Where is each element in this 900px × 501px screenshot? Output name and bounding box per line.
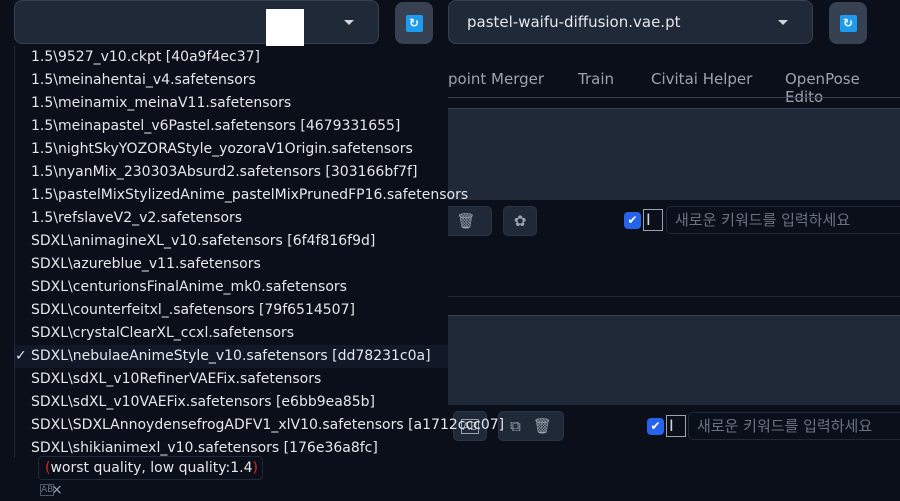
trash-icon[interactable]: 🗑 [533,417,552,435]
checkpoint-option[interactable]: SDXL\crystalClearXL_ccxl.safetensors [15,322,448,345]
chevron-down-icon [344,20,354,25]
option-label: 1.5\meinapastel_v6Pastel.safetensors [46… [31,118,401,134]
checkpoint-option[interactable]: SDXL\counterfeitxl_.safetensors [79f6514… [15,299,448,322]
option-label: SDXL\SDXLAnnoydensefrogADFV1_xlV10.safet… [31,417,505,433]
keyword-checkbox[interactable]: ✔ [624,212,641,229]
tab-train[interactable]: Train [578,70,614,88]
checkpoint-option[interactable]: 1.5\meinamix_meinaV11.safetensors [15,92,448,115]
option-label: SDXL\crystalClearXL_ccxl.safetensors [31,325,295,341]
ab-icon: AB [40,484,55,496]
trash-icon: 🗑 [456,212,476,230]
checkpoint-option[interactable]: 1.5\meinapastel_v6Pastel.safetensors [46… [15,115,448,138]
option-label: 1.5\nyanMix_230303Absurd2.safetensors [3… [31,164,418,180]
checkpoint-option[interactable]: ✓ SDXL\nebulaeAnimeStyle_v10.safetensors … [15,345,448,368]
tag-paren: ) [252,460,258,476]
vae-value: pastel-waifu-diffusion.vae.pt [467,13,681,31]
checkpoint-dropdown[interactable] [14,0,379,47]
copy-icon[interactable]: ⧉ [510,417,521,435]
openai-icon: ✿ [513,212,527,230]
option-label: SDXL\animagineXL_v10.safetensors [6f4f81… [31,233,376,249]
option-label: 1.5\9527_v10.ckpt [40a9f4ec37] [31,49,260,65]
option-label: 1.5\meinamix_meinaV11.safetensors [31,95,292,111]
checkpoint-option[interactable]: SDXL\SDXLAnnoydensefrogADFV1_xlV10.safet… [15,414,504,437]
chevron-down-icon [778,20,788,25]
option-label: 1.5\meinahentai_v4.safetensors [31,72,256,88]
tag-text: worst quality, low quality:1.4 [50,460,253,476]
checkpoint-option[interactable]: SDXL\sdXL_v10VAEFix.safetensors [e6bb9ea… [15,391,448,414]
checkpoint-option[interactable]: SDXL\centurionsFinalAnime_mk0.safetensor… [15,276,448,299]
checkpoint-option[interactable]: 1.5\pastelMixStylizedAnime_pastelMixPrun… [15,184,468,207]
option-label: SDXL\sdXL_v10VAEFix.safetensors [e6bb9ea… [31,394,375,410]
tab-openpose-editor[interactable]: OpenPose Edito [785,70,900,106]
option-label: SDXL\shikianimexl_v10.safetensors [176e3… [31,440,378,456]
refresh-icon: ↻ [405,14,423,32]
keyword-checkbox-2[interactable]: ✔ [647,418,664,435]
checkpoint-option[interactable]: SDXL\sdXL_v10RefinerVAEFix.safetensors [15,368,448,391]
redacted-box [266,9,304,47]
option-label: SDXL\nebulaeAnimeStyle_v10.safetensors [… [31,348,431,364]
tab-divider [448,97,900,98]
checkpoint-option[interactable]: 1.5\refslaveV2_v2.safetensors [15,207,448,230]
checkpoint-options-list: 1.5\9527_v10.ckpt [40a9f4ec37] 1.5\meinah… [14,46,504,458]
checkpoint-option[interactable]: SDXL\azureblue_v11.safetensors [15,253,448,276]
openai-button[interactable]: ✿ [503,206,537,236]
refresh-checkpoint-button[interactable]: ↻ [395,2,433,44]
keyword-input[interactable]: 새로운 키워드를 입력하세요 [666,206,900,234]
checkpoint-option[interactable]: 1.5\nightSkyYOZORAStyle_yozoraV1Origin.s… [15,138,448,161]
refresh-icon: ↻ [839,14,857,32]
option-label: 1.5\refslaveV2_v2.safetensors [31,210,243,226]
checkpoint-option[interactable]: 1.5\9527_v10.ckpt [40a9f4ec37] [15,46,448,69]
keyword-input-2[interactable]: 새로운 키워드를 입력하세요 [688,412,900,440]
negative-tag[interactable]: (worst quality, low quality:1.4) × [38,456,263,498]
refresh-vae-button[interactable]: ↻ [829,2,867,44]
option-label: SDXL\counterfeitxl_.safetensors [79f6514… [31,302,355,318]
option-label: SDXL\sdXL_v10RefinerVAEFix.safetensors [31,371,322,387]
option-label: SDXL\azureblue_v11.safetensors [31,256,261,272]
checkpoint-option[interactable]: 1.5\meinahentai_v4.safetensors [15,69,448,92]
tab-civitai-helper[interactable]: Civitai Helper [651,70,752,88]
checkpoint-option[interactable]: SDXL\animagineXL_v10.safetensors [6f4f81… [15,230,448,253]
negative-prompt-textarea[interactable] [448,315,900,405]
prompt-textarea[interactable] [448,108,900,200]
text-cursor-icon: I [643,209,663,231]
check-icon: ✓ [15,348,27,364]
option-label: SDXL\centurionsFinalAnime_mk0.safetensor… [31,279,347,295]
divider [448,296,900,297]
text-cursor-icon: I [666,415,686,437]
checkpoint-option[interactable]: 1.5\nyanMix_230303Absurd2.safetensors [3… [15,161,448,184]
vae-dropdown[interactable]: pastel-waifu-diffusion.vae.pt [448,0,813,44]
tab-checkpoint-merger[interactable]: point Merger [448,70,544,88]
copy-clear-buttons[interactable]: ⧉ 🗑 [498,411,564,441]
option-label: 1.5\nightSkyYOZORAStyle_yozoraV1Origin.s… [31,141,413,157]
option-label: 1.5\pastelMixStylizedAnime_pastelMixPrun… [31,187,469,203]
